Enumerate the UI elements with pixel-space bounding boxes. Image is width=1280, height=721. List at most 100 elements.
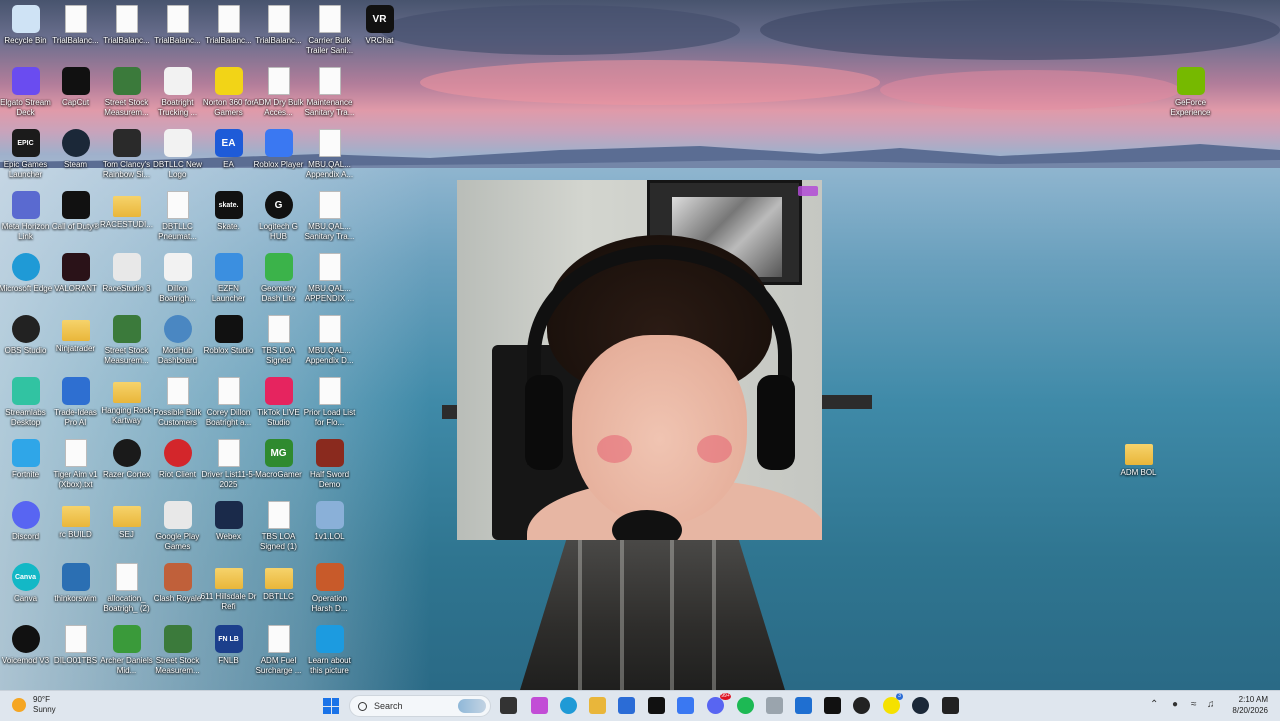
desktop-icon[interactable]: Riot Client [152,434,203,496]
desktop-icon[interactable]: Steam [50,124,101,186]
show-hidden-icons-chevron-icon[interactable]: ⌃ [1150,699,1158,710]
desktop-icon[interactable]: Possible Bulk Customers [152,372,203,434]
outlook-taskbar-icon[interactable] [795,697,812,714]
desktop-icon[interactable]: Trade-Ideas Pro AI [50,372,101,434]
desktop-icon[interactable]: Driver List11-5-2025 [201,434,256,496]
desktop-icon[interactable]: TrialBalanc... [101,0,152,62]
desktop-icon[interactable]: Half Sword Demo [304,434,355,496]
desktop-icon[interactable]: Archer Daniels Mid... [100,620,153,682]
desktop-icon[interactable]: Google Play Games [152,496,203,558]
tiktok-taskbar-icon[interactable] [648,697,665,714]
desktop-icon[interactable]: VR VRChat [354,0,405,62]
weather-widget[interactable]: 90°F Sunny [12,695,56,715]
desktop-icon[interactable]: Boatright Trucking ... [152,62,203,124]
edge-taskbar-icon[interactable] [560,697,577,714]
desktop-icon[interactable]: Elgato Stream Deck [0,62,51,124]
desktop-icon[interactable]: Call of Duty® [50,186,101,248]
desktop-icon[interactable]: ModHub Dashboard [152,310,203,372]
desktop-icon[interactable]: TBS LOA Signed [253,310,304,372]
desktop-icon[interactable]: Hanging Rock Kartway [101,372,152,434]
desktop-icon[interactable]: Recycle Bin [0,0,51,62]
desktop-icon[interactable]: VALORANT [50,248,101,310]
desktop-icon[interactable]: Dillon Boatrigh... [152,248,203,310]
desktop-icon[interactable]: Meta Horizon Link [0,186,51,248]
voicemod-taskbar-icon[interactable] [824,697,841,714]
desktop-icon[interactable]: TrialBalanc... [152,0,203,62]
desktop-icon[interactable]: EA EA [203,124,254,186]
obs-taskbar-icon[interactable] [853,697,870,714]
desktop-icon[interactable]: Operation Harsh D... [304,558,355,620]
desktop-icon[interactable]: 611 Hillsdale Dr Refi [201,558,256,620]
desktop-icon[interactable]: Prior Load List for Flo... [304,372,355,434]
discord-taskbar-icon[interactable] [707,697,724,714]
spotify-taskbar-icon[interactable] [737,697,754,714]
desktop-icon[interactable]: Norton 360 for Gamers [203,62,254,124]
system-clock[interactable]: 2:10 AM 8/20/2026 [1228,694,1268,716]
search-box[interactable]: Search [349,695,491,717]
notepad-taskbar-icon[interactable] [766,697,783,714]
desktop-icon[interactable]: MBU.QAL... Appendix D... [304,310,355,372]
desktop-icon[interactable]: allocation_ Boatrigh_ (2) [101,558,152,620]
desktop-icon[interactable]: RACESTUDI... [100,186,153,248]
desktop-icon[interactable]: DILO01TBS [50,620,101,682]
desktop-icon[interactable]: OBS Studio [0,310,51,372]
desktop-icon[interactable]: 1v1.LOL [304,496,355,558]
desktop-icon[interactable]: DBTLLC [253,558,304,620]
volume-icon[interactable]: ♫ [1207,699,1215,710]
desktop-icon[interactable]: EPIC Epic Games Launcher [0,124,51,186]
desktop-icon[interactable]: skate. Skate. [203,186,254,248]
desktop-icon[interactable]: EZFN Launcher [203,248,254,310]
desktop-icon[interactable]: Tom Clancy's Rainbow Si... [101,124,152,186]
desktop-icon[interactable]: DBTLLC Pneumat... [152,186,203,248]
desktop-icon[interactable]: Webex [203,496,254,558]
desktop-icon[interactable]: FN LB FNLB [203,620,254,682]
desktop-icon[interactable]: Roblox Player [253,124,304,186]
desktop-icon[interactable]: ADM BOL [1113,434,1164,496]
desktop-icon[interactable]: TrialBalanc... [203,0,254,62]
desktop-icon[interactable]: RaceStudio 3 [101,248,152,310]
desktop-icon[interactable]: Razer Cortex [101,434,152,496]
desktop-icon[interactable]: Fortnite [0,434,51,496]
desktop-icon[interactable]: Corey Dillon Boatright a... [203,372,254,434]
desktop-icon[interactable]: Street Stock Measurem... [152,620,203,682]
desktop-icon[interactable]: SEJ [101,496,152,558]
desktop-icon[interactable]: Roblox Studio [203,310,254,372]
desktop-icon[interactable]: ADM Fuel Surcharge ... [253,620,304,682]
desktop-icon[interactable]: thinkorswim [50,558,101,620]
store-taskbar-icon[interactable] [618,697,635,714]
desktop-icon[interactable]: Clash Royale [152,558,203,620]
desktop-icon[interactable]: MBU.QAL... APPENDIX ... [304,248,355,310]
desktop-icon[interactable]: Tiger Aim v1 (Xbox).txt [50,434,101,496]
start-button[interactable] [323,698,339,714]
desktop-icon[interactable]: G Logitech G HUB [253,186,304,248]
microphone-tray-icon[interactable]: ● [1172,699,1178,710]
desktop-icon[interactable]: MBU.QAL... Appendix A... [304,124,355,186]
wifi-icon[interactable]: ≈ [1191,699,1197,710]
copilot-icon[interactable] [531,697,548,714]
desktop-icon[interactable]: Learn about this picture [304,620,355,682]
desktop-icon[interactable]: CapCut [50,62,101,124]
desktop-icon[interactable]: Discord [0,496,51,558]
desktop-icon[interactable]: TrialBalanc... [50,0,101,62]
desktop-icon[interactable]: TikTok LIVE Studio [253,372,304,434]
desktop-icon[interactable]: rc BUILD [50,496,101,558]
desktop-icon[interactable]: TrialBalanc... [253,0,304,62]
desktop-icon[interactable]: Carrier Bulk Trailer Sani... [304,0,355,62]
desktop-icon[interactable]: TBS LOA Signed (1) [253,496,304,558]
steam-taskbar-icon[interactable] [912,697,929,714]
desktop-icon[interactable]: GeForce Experience [1165,62,1216,124]
roblox-taskbar-icon[interactable] [677,697,694,714]
desktop-icon[interactable]: MBU.QAL... Sanitary Tra... [304,186,355,248]
desktop-icon[interactable]: Street Stock Measurem... [101,310,152,372]
desktop-icon[interactable]: MG MacroGamer [253,434,304,496]
desktop-icon[interactable]: Street Stock Measurem... [101,62,152,124]
desktop-icon[interactable]: Ninjatrader [50,310,101,372]
desktop-icon[interactable]: Streamlabs Desktop [0,372,51,434]
file-explorer-button-icon[interactable] [500,697,517,714]
folder-taskbar-icon[interactable] [589,697,606,714]
app-taskbar-icon[interactable] [942,697,959,714]
desktop-icon[interactable]: Geometry Dash Lite [253,248,304,310]
desktop-icon[interactable]: Canva Canva [0,558,51,620]
desktop-icon[interactable]: Microsoft Edge [0,248,52,310]
desktop-icon[interactable]: ADM Dry Bulk Acces... [253,62,304,124]
